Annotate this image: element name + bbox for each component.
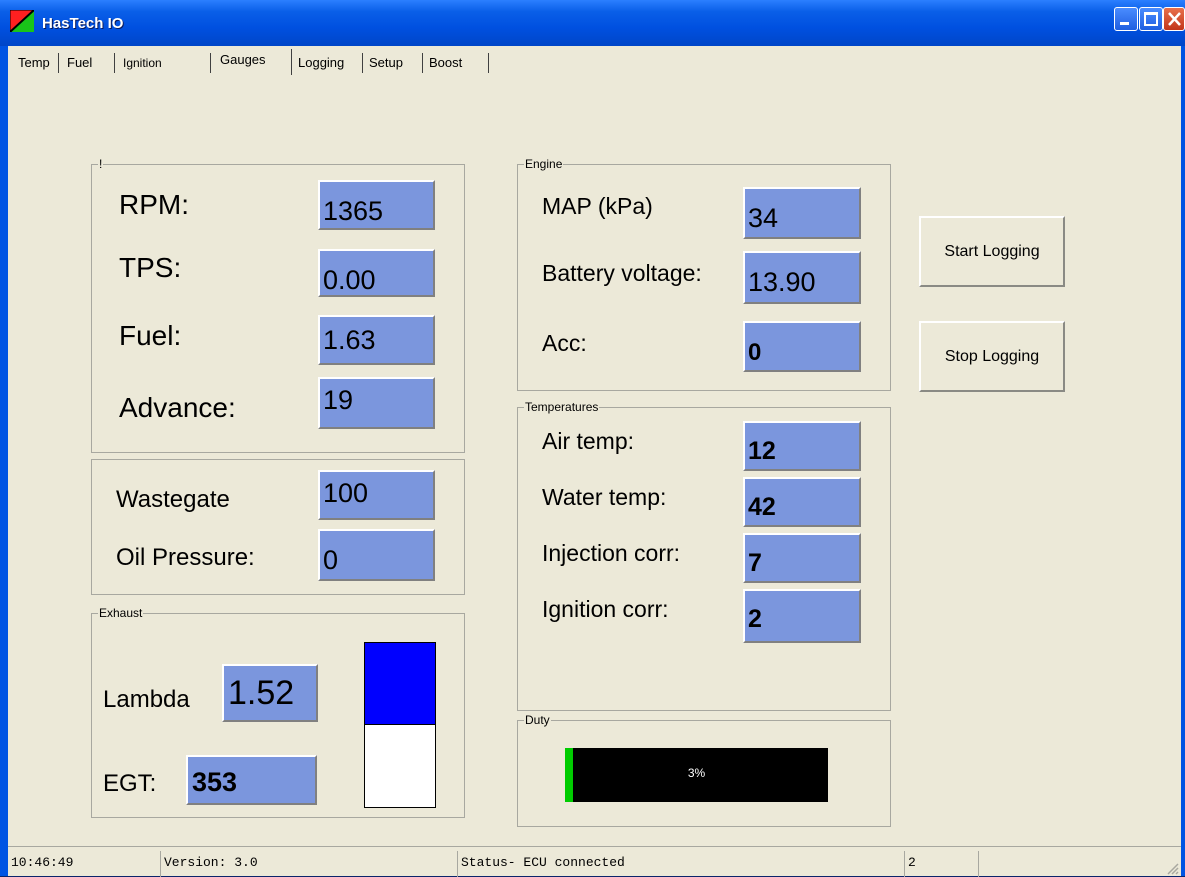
title-bar[interactable]: HasTech IO <box>0 0 1185 46</box>
maximize-button[interactable] <box>1139 7 1163 31</box>
air-temp-value: 12 <box>743 421 861 471</box>
injection-corr-value: 7 <box>743 533 861 583</box>
app-logo-icon <box>10 10 34 32</box>
temperatures-title: Temperatures <box>524 400 600 414</box>
map-value: 34 <box>743 187 861 239</box>
duty-title: Duty <box>524 713 551 727</box>
lambda-value: 1.52 <box>222 664 318 722</box>
tab-fuel[interactable]: Fuel <box>63 53 115 73</box>
engine-title: Engine <box>524 157 564 171</box>
duty-group: Duty 3% <box>517 713 891 827</box>
window-title: HasTech IO <box>42 15 124 32</box>
injection-corr-label: Injection corr: <box>542 540 681 566</box>
status-time: 10:46:49 <box>11 855 74 870</box>
wastegate-oil-group: Wastegate 100 Oil Pressure: 0 <box>91 459 465 595</box>
stop-logging-button[interactable]: Stop Logging <box>919 321 1065 392</box>
tab-ignition[interactable]: Ignition <box>119 53 211 73</box>
main-group-title: ! <box>98 157 104 171</box>
status-connection: Status- ECU connected <box>457 851 902 877</box>
tab-boost[interactable]: Boost <box>425 53 489 73</box>
fuel-label: Fuel: <box>119 320 182 351</box>
battery-voltage-label: Battery voltage: <box>542 260 702 286</box>
close-button[interactable] <box>1163 7 1185 31</box>
main-gauges-group: ! RPM: 1365 TPS: 0.00 Fuel: 1.63 Advance… <box>91 157 465 453</box>
tab-logging[interactable]: Logging <box>294 53 363 73</box>
oil-pressure-label: Oil Pressure: <box>116 544 255 571</box>
water-temp-value: 42 <box>743 477 861 527</box>
wastegate-label: Wastegate <box>116 486 230 513</box>
app-window: HasTech IO Temp Fuel Ignition Gauges Log… <box>0 0 1185 877</box>
duty-progress-bar: 3% <box>565 748 828 802</box>
close-icon <box>1168 12 1181 26</box>
egt-value: 353 <box>186 755 317 805</box>
status-count: 2 <box>904 851 976 877</box>
battery-voltage-value: 13.90 <box>743 251 861 304</box>
tps-label: TPS: <box>119 252 182 283</box>
oil-pressure-value: 0 <box>318 529 435 581</box>
engine-group: Engine MAP (kPa) 34 Battery voltage: 13.… <box>517 157 891 391</box>
air-temp-label: Air temp: <box>542 428 635 454</box>
rpm-value: 1365 <box>318 180 435 230</box>
tab-strip: Temp Fuel Ignition Gauges Logging Setup … <box>8 47 1181 75</box>
lambda-bar-fill <box>365 643 435 725</box>
wastegate-value: 100 <box>318 470 435 520</box>
rpm-label: RPM: <box>119 189 189 220</box>
exhaust-group: Exhaust Lambda 1.52 EGT: 353 <box>91 606 465 818</box>
water-temp-label: Water temp: <box>542 484 667 510</box>
advance-label: Advance: <box>119 392 236 423</box>
tab-temp[interactable]: Temp <box>14 53 59 73</box>
ignition-corr-label: Ignition corr: <box>542 596 669 622</box>
tab-gauges[interactable]: Gauges <box>216 49 292 75</box>
status-bar: 10:46:49 Version: 3.0 Status- ECU connec… <box>8 846 1181 877</box>
temperatures-group: Temperatures Air temp: 12 Water temp: 42… <box>517 400 891 711</box>
minimize-icon <box>1120 22 1129 25</box>
ignition-corr-value: 2 <box>743 589 861 643</box>
tps-value: 0.00 <box>318 249 435 297</box>
duty-percent-text: 3% <box>687 766 706 780</box>
start-logging-button[interactable]: Start Logging <box>919 216 1065 287</box>
map-label: MAP (kPa) <box>542 193 653 219</box>
lambda-label: Lambda <box>103 686 190 713</box>
exhaust-title: Exhaust <box>98 606 144 620</box>
resize-grip-icon[interactable] <box>1165 861 1179 875</box>
tab-setup[interactable]: Setup <box>365 53 423 73</box>
acc-value: 0 <box>743 321 861 372</box>
lambda-bar <box>364 642 436 808</box>
minimize-button[interactable] <box>1114 7 1138 31</box>
acc-label: Acc: <box>542 330 587 356</box>
status-version: Version: 3.0 <box>160 851 455 877</box>
fuel-value: 1.63 <box>318 315 435 365</box>
egt-label: EGT: <box>103 770 157 797</box>
maximize-icon <box>1144 12 1158 26</box>
status-empty-panel <box>978 851 1178 877</box>
advance-value: 19 <box>318 377 435 429</box>
